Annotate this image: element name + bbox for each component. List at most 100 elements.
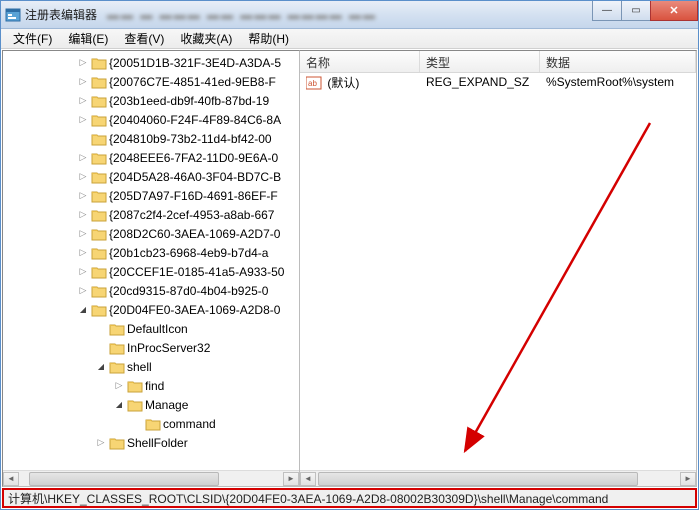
scroll-right-button[interactable]: ► bbox=[680, 472, 696, 486]
tree-node[interactable]: Manage bbox=[3, 395, 299, 414]
expander-closed-icon[interactable] bbox=[75, 285, 91, 296]
tree-node-label: {2087c2f4-2cef-4953-a8ab-667 bbox=[109, 208, 274, 222]
expander-closed-icon[interactable] bbox=[75, 152, 91, 163]
menu-file[interactable]: 文件(F) bbox=[5, 28, 60, 49]
tree-node[interactable]: {20404060-F24F-4F89-84C6-8A bbox=[3, 110, 299, 129]
cell-name: ab (默认) bbox=[300, 74, 420, 91]
folder-icon bbox=[127, 379, 143, 393]
expander-closed-icon[interactable] bbox=[93, 437, 109, 448]
expander-closed-icon[interactable] bbox=[75, 76, 91, 87]
tree-node[interactable]: {208D2C60-3AEA-1069-A2D7-0 bbox=[3, 224, 299, 243]
col-type[interactable]: 类型 bbox=[420, 51, 540, 72]
scroll-track[interactable] bbox=[19, 472, 283, 486]
expander-closed-icon[interactable] bbox=[75, 171, 91, 182]
col-data[interactable]: 数据 bbox=[540, 51, 696, 72]
folder-icon bbox=[109, 360, 125, 374]
menu-favorites[interactable]: 收藏夹(A) bbox=[172, 28, 240, 49]
scroll-thumb[interactable] bbox=[318, 472, 638, 486]
tree-node-label: {204810b9-73b2-11d4-bf42-00 bbox=[109, 132, 272, 146]
folder-icon bbox=[109, 341, 125, 355]
tree-node-label: ShellFolder bbox=[127, 436, 188, 450]
tree-hscroll[interactable]: ◄ ► bbox=[3, 470, 299, 486]
tree-node[interactable]: {2048EEE6-7FA2-11D0-9E6A-0 bbox=[3, 148, 299, 167]
tree-node[interactable]: {2087c2f4-2cef-4953-a8ab-667 bbox=[3, 205, 299, 224]
close-button[interactable]: ✕ bbox=[650, 1, 698, 21]
tree-node-label: {208D2C60-3AEA-1069-A2D7-0 bbox=[109, 227, 280, 241]
tree-node-label: {20D04FE0-3AEA-1069-A2D8-0 bbox=[109, 303, 280, 317]
expander-open-icon[interactable] bbox=[111, 399, 127, 410]
scroll-right-button[interactable]: ► bbox=[283, 472, 299, 486]
tree-node-label: {204D5A28-46A0-3F04-BD7C-B bbox=[109, 170, 281, 184]
tree-node[interactable]: shell bbox=[3, 357, 299, 376]
menu-help[interactable]: 帮助(H) bbox=[240, 28, 297, 49]
scroll-left-button[interactable]: ◄ bbox=[3, 472, 19, 486]
tree-node-label: Manage bbox=[145, 398, 188, 412]
folder-icon bbox=[91, 75, 107, 89]
tree-node-label: {20b1cb23-6968-4eb9-b7d4-a bbox=[109, 246, 268, 260]
list-row[interactable]: ab (默认) REG_EXPAND_SZ %SystemRoot%\syste… bbox=[300, 73, 696, 91]
expander-open-icon[interactable] bbox=[93, 361, 109, 372]
list-panel: 名称 类型 数据 ab (默认) REG_EXPAND_SZ %SystemRo… bbox=[300, 50, 697, 487]
tree-node[interactable]: {20CCEF1E-0185-41a5-A933-50 bbox=[3, 262, 299, 281]
folder-icon bbox=[91, 189, 107, 203]
expander-closed-icon[interactable] bbox=[75, 190, 91, 201]
red-arrow-annotation bbox=[300, 73, 696, 470]
tree-node[interactable]: {204D5A28-46A0-3F04-BD7C-B bbox=[3, 167, 299, 186]
folder-icon bbox=[109, 322, 125, 336]
menu-view[interactable]: 查看(V) bbox=[116, 28, 172, 49]
folder-icon bbox=[91, 132, 107, 146]
tree-node[interactable]: find bbox=[3, 376, 299, 395]
minimize-button[interactable]: — bbox=[592, 1, 622, 21]
tree-node[interactable]: {205D7A97-F16D-4691-86EF-F bbox=[3, 186, 299, 205]
list-hscroll[interactable]: ◄ ► bbox=[300, 470, 696, 486]
folder-icon bbox=[91, 265, 107, 279]
folder-icon bbox=[91, 246, 107, 260]
expander-closed-icon[interactable] bbox=[111, 380, 127, 391]
expander-closed-icon[interactable] bbox=[75, 247, 91, 258]
list-body[interactable]: ab (默认) REG_EXPAND_SZ %SystemRoot%\syste… bbox=[300, 73, 696, 470]
titlebar[interactable]: 注册表编辑器 ▬▬ ▬ ▬▬▬ ▬▬ ▬▬▬ ▬▬▬▬ ▬▬ — ▭ ✕ bbox=[1, 1, 698, 29]
tree-node-label: DefaultIcon bbox=[127, 322, 188, 336]
expander-closed-icon[interactable] bbox=[75, 228, 91, 239]
col-name[interactable]: 名称 bbox=[300, 51, 420, 72]
folder-icon bbox=[91, 151, 107, 165]
tree-scroll[interactable]: {20051D1B-321F-3E4D-A3DA-5 {20076C7E-4851… bbox=[3, 51, 299, 470]
expander-closed-icon[interactable] bbox=[75, 114, 91, 125]
expander-closed-icon[interactable] bbox=[75, 209, 91, 220]
maximize-button[interactable]: ▭ bbox=[621, 1, 651, 21]
folder-icon bbox=[91, 170, 107, 184]
tree-node[interactable]: {20D04FE0-3AEA-1069-A2D8-0 bbox=[3, 300, 299, 319]
scroll-track[interactable] bbox=[316, 472, 680, 486]
tree-node[interactable]: ShellFolder bbox=[3, 433, 299, 452]
tree-node[interactable]: DefaultIcon bbox=[3, 319, 299, 338]
cell-data: %SystemRoot%\system bbox=[540, 75, 696, 89]
title-blur: ▬▬ ▬ ▬▬▬ ▬▬ ▬▬▬ ▬▬▬▬ ▬▬ bbox=[107, 8, 377, 22]
tree-node[interactable]: {20b1cb23-6968-4eb9-b7d4-a bbox=[3, 243, 299, 262]
tree-node-label: {20CCEF1E-0185-41a5-A933-50 bbox=[109, 265, 284, 279]
registry-tree: {20051D1B-321F-3E4D-A3DA-5 {20076C7E-4851… bbox=[3, 51, 299, 454]
folder-icon bbox=[91, 113, 107, 127]
tree-node[interactable]: {203b1eed-db9f-40fb-87bd-19 bbox=[3, 91, 299, 110]
tree-node[interactable]: command bbox=[3, 414, 299, 433]
cell-type: REG_EXPAND_SZ bbox=[420, 75, 540, 89]
tree-node-label: {20051D1B-321F-3E4D-A3DA-5 bbox=[109, 56, 281, 70]
tree-node[interactable]: {20051D1B-321F-3E4D-A3DA-5 bbox=[3, 53, 299, 72]
registry-editor-window: 注册表编辑器 ▬▬ ▬ ▬▬▬ ▬▬ ▬▬▬ ▬▬▬▬ ▬▬ — ▭ ✕ 文件(… bbox=[0, 0, 699, 510]
folder-icon bbox=[91, 284, 107, 298]
tree-node[interactable]: InProcServer32 bbox=[3, 338, 299, 357]
scroll-left-button[interactable]: ◄ bbox=[300, 472, 316, 486]
expander-open-icon[interactable] bbox=[75, 304, 91, 315]
svg-text:ab: ab bbox=[308, 79, 317, 88]
scroll-thumb[interactable] bbox=[29, 472, 219, 486]
menu-edit[interactable]: 编辑(E) bbox=[60, 28, 116, 49]
expander-closed-icon[interactable] bbox=[75, 95, 91, 106]
expander-closed-icon[interactable] bbox=[75, 266, 91, 277]
folder-icon bbox=[91, 208, 107, 222]
expander-closed-icon[interactable] bbox=[75, 57, 91, 68]
tree-panel: {20051D1B-321F-3E4D-A3DA-5 {20076C7E-4851… bbox=[2, 50, 300, 487]
tree-node[interactable]: {20076C7E-4851-41ed-9EB8-F bbox=[3, 72, 299, 91]
tree-node[interactable]: {20cd9315-87d0-4b04-b925-0 bbox=[3, 281, 299, 300]
tree-node-label: shell bbox=[127, 360, 152, 374]
app-icon bbox=[5, 7, 21, 23]
tree-node[interactable]: {204810b9-73b2-11d4-bf42-00 bbox=[3, 129, 299, 148]
